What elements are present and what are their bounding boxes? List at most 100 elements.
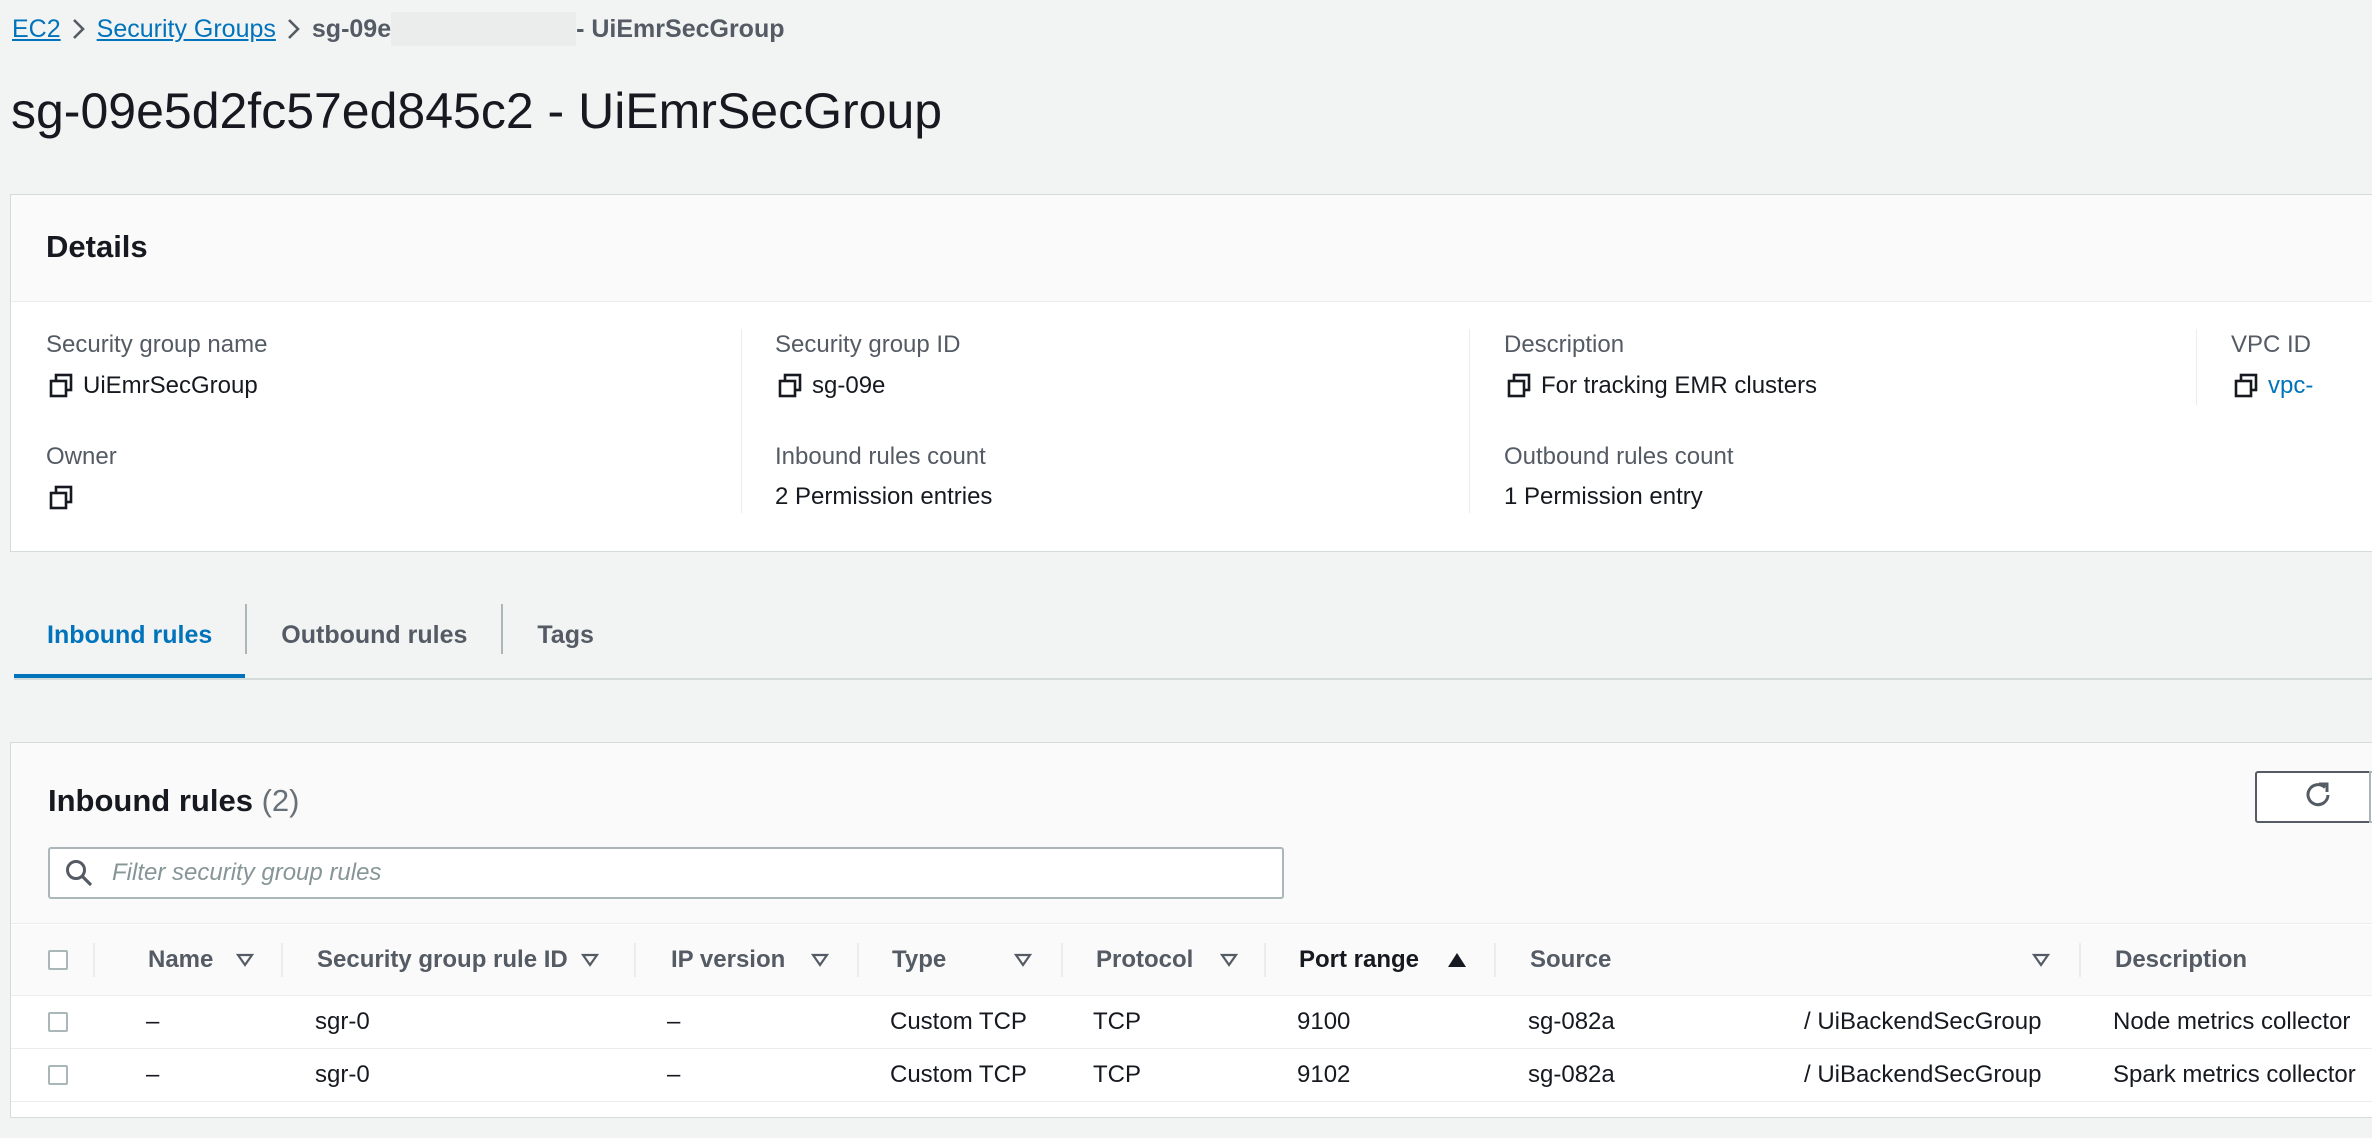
breadcrumb-link-security-groups[interactable]: Security Groups bbox=[97, 15, 276, 44]
column-header-label: Security group rule ID bbox=[317, 946, 568, 973]
cell-type: Custom TCP bbox=[890, 1061, 1027, 1088]
column-divider bbox=[2079, 943, 2081, 977]
column-header-rule-id[interactable]: Security group rule ID bbox=[317, 925, 599, 995]
cell-source-name: / UiBackendSecGroup bbox=[1804, 1008, 2042, 1035]
details-panel: Details Security group name UiEmrSecGrou… bbox=[10, 194, 2372, 552]
cell-ip-version: – bbox=[667, 1008, 681, 1035]
field-description: Description For tracking EMR clusters bbox=[1504, 331, 1817, 401]
inbound-rules-heading: Inbound rules (2) bbox=[48, 783, 299, 819]
row-checkbox[interactable] bbox=[48, 1065, 68, 1085]
field-owner: Owner bbox=[46, 443, 117, 513]
column-header-description[interactable]: Description bbox=[2115, 925, 2247, 995]
column-header-ip-version[interactable]: IP version bbox=[671, 925, 829, 995]
column-divider bbox=[1494, 943, 1496, 977]
inbound-rules-count: (2) bbox=[261, 783, 300, 818]
breadcrumb-link-ec2[interactable]: EC2 bbox=[12, 15, 61, 44]
field-label: Description bbox=[1504, 331, 1625, 358]
breadcrumb: EC2 Security Groups sg-09e - UiEmrSecGro… bbox=[12, 12, 784, 46]
vpc-id-link[interactable]: vpc- bbox=[2268, 372, 2313, 400]
cell-ip-version: – bbox=[667, 1061, 681, 1088]
field-sg-name: Security group name UiEmrSecGroup bbox=[46, 331, 267, 401]
field-label: Outbound rules count bbox=[1504, 443, 1734, 470]
column-header-label: Source bbox=[1530, 946, 1612, 973]
cell-rule-id: sgr-0 bbox=[315, 1049, 370, 1101]
sort-ascending-icon bbox=[1447, 952, 1467, 968]
copy-icon[interactable] bbox=[1504, 371, 1534, 401]
cell-name: – bbox=[146, 1061, 160, 1088]
column-divider bbox=[741, 329, 742, 513]
sort-caret-icon bbox=[581, 953, 599, 967]
filter-input[interactable] bbox=[110, 858, 1214, 888]
column-header-label: Port range bbox=[1299, 946, 1420, 973]
inbound-rules-header: Inbound rules (2) bbox=[11, 743, 2372, 924]
column-divider bbox=[857, 943, 859, 977]
select-all-checkbox[interactable] bbox=[48, 950, 68, 970]
column-header-label: Name bbox=[148, 946, 214, 973]
copy-icon[interactable] bbox=[2231, 371, 2261, 401]
column-divider bbox=[2196, 329, 2197, 405]
table-row[interactable]: – sgr-0 – Custom TCP TCP 9100 sg-082a / … bbox=[11, 996, 2372, 1049]
search-icon bbox=[64, 858, 94, 888]
column-header-label: Protocol bbox=[1096, 946, 1194, 973]
field-label: Inbound rules count bbox=[775, 443, 986, 470]
field-value: 2 Permission entries bbox=[775, 483, 993, 510]
rule-id-value: sgr-0 bbox=[315, 1061, 370, 1088]
filter-field[interactable] bbox=[48, 847, 1284, 899]
copy-icon[interactable] bbox=[775, 371, 805, 401]
cell-port-range: 9102 bbox=[1297, 1061, 1351, 1088]
column-header-label: Type bbox=[892, 946, 947, 973]
inbound-rules-panel: Inbound rules (2) Name Security group ru… bbox=[10, 742, 2372, 1118]
column-divider bbox=[281, 943, 283, 977]
column-header-label: IP version bbox=[671, 946, 786, 973]
cell-protocol: TCP bbox=[1093, 1061, 1141, 1088]
refresh-button[interactable] bbox=[2255, 771, 2372, 823]
sort-caret-icon bbox=[1220, 953, 1238, 967]
column-header-protocol[interactable]: Protocol bbox=[1096, 925, 1238, 995]
column-divider bbox=[1264, 943, 1266, 977]
cell-protocol: TCP bbox=[1093, 1008, 1141, 1035]
sort-caret-icon bbox=[1014, 953, 1032, 967]
cell-source-id: sg-082a bbox=[1528, 1061, 1615, 1088]
page-title: sg-09e5d2fc57ed845c2 - UiEmrSecGroup bbox=[11, 83, 943, 139]
chevron-right-icon bbox=[61, 18, 97, 40]
sort-caret-icon bbox=[2032, 953, 2050, 967]
field-outbound-count: Outbound rules count 1 Permission entry bbox=[1504, 443, 1734, 511]
table-row[interactable]: – sgr-0 – Custom TCP TCP 9102 sg-082a / … bbox=[11, 1049, 2372, 1102]
tab-inbound-rules[interactable]: Inbound rules bbox=[14, 596, 246, 678]
cell-description: Node metrics collector bbox=[2113, 1008, 2351, 1035]
column-divider bbox=[1469, 329, 1470, 513]
cell-description: Spark metrics collector bbox=[2113, 1061, 2356, 1088]
sg-id-value: sg-09e bbox=[812, 372, 886, 399]
field-value: sg-09e bbox=[775, 371, 960, 401]
field-label: Security group name bbox=[46, 331, 268, 358]
breadcrumb-current-suffix: - UiEmrSecGroup bbox=[576, 14, 785, 43]
cell-source-id: sg-082a bbox=[1528, 1008, 1615, 1035]
rule-id-value: sgr-0 bbox=[315, 1008, 370, 1035]
tab-bar: Inbound rules Outbound rules Tags bbox=[14, 596, 2372, 680]
field-value: vpc- bbox=[2231, 371, 2313, 401]
copy-icon[interactable] bbox=[46, 483, 76, 513]
field-value: UiEmrSecGroup bbox=[46, 371, 267, 401]
column-divider bbox=[1061, 943, 1063, 977]
copy-icon[interactable] bbox=[46, 371, 76, 401]
cell-port-range: 9100 bbox=[1297, 1008, 1351, 1035]
field-value bbox=[46, 483, 117, 513]
field-label: Security group ID bbox=[775, 331, 961, 358]
details-header: Details bbox=[11, 195, 2372, 302]
redacted-block bbox=[391, 12, 577, 46]
field-vpc-id: VPC ID vpc- bbox=[2231, 331, 2313, 401]
sg-name-value: UiEmrSecGroup bbox=[83, 372, 258, 399]
column-header-source[interactable]: Source bbox=[1530, 925, 2050, 995]
field-label: VPC ID bbox=[2231, 331, 2312, 358]
field-sg-id: Security group ID sg-09e bbox=[775, 331, 960, 401]
tab-tags[interactable]: Tags bbox=[503, 596, 628, 674]
description-value: For tracking EMR clusters bbox=[1541, 372, 1818, 399]
chevron-right-icon bbox=[276, 18, 312, 40]
tab-outbound-rules[interactable]: Outbound rules bbox=[247, 596, 501, 674]
column-header-label: Description bbox=[2115, 946, 2248, 973]
row-checkbox[interactable] bbox=[48, 1012, 68, 1032]
column-header-name[interactable]: Name bbox=[148, 925, 254, 995]
sort-caret-icon bbox=[236, 953, 254, 967]
column-header-port-range[interactable]: Port range bbox=[1299, 925, 1466, 995]
column-header-type[interactable]: Type bbox=[892, 925, 1032, 995]
